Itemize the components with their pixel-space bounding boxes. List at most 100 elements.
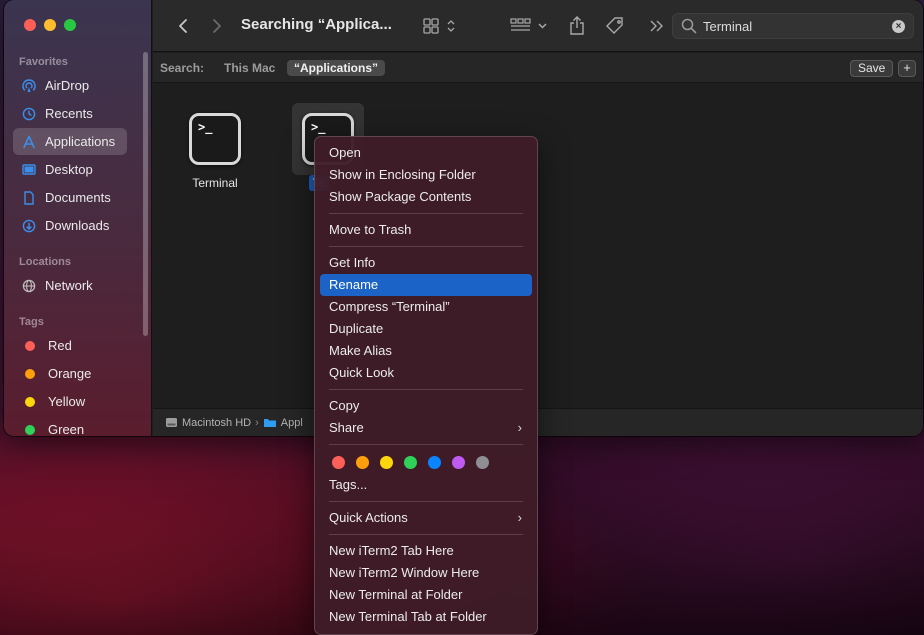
sidebar-item-desktop[interactable]: Desktop [13, 156, 127, 183]
submenu-chevron-icon: › [517, 420, 522, 435]
path-bar: Macintosh HD › Appl [153, 408, 923, 436]
close-window-button[interactable] [24, 19, 36, 31]
menu-separator [329, 501, 523, 502]
menu-separator [329, 534, 523, 535]
tag-color-option[interactable] [332, 455, 345, 469]
tag-color-option[interactable] [404, 455, 417, 469]
sidebar-item-label: Network [45, 278, 93, 293]
tag-color-dot [25, 340, 35, 351]
sidebar-scrollbar[interactable] [143, 52, 148, 336]
search-icon [681, 18, 697, 34]
sidebar-item-tag-green[interactable]: Green [13, 416, 127, 436]
path-separator: › [255, 416, 259, 429]
sidebar-item-label: Applications [45, 134, 116, 149]
search-input[interactable] [703, 18, 883, 34]
toolbar: Searching “Applica... × [153, 0, 923, 52]
sidebar-item-label: Recents [45, 106, 93, 121]
desktop-icon [22, 163, 36, 177]
tag-color-option[interactable] [428, 455, 441, 469]
sidebar-item-label: Green [48, 422, 85, 436]
menu-item-label: Get Info [329, 255, 376, 270]
share-button[interactable] [565, 14, 589, 38]
menu-item-quick-actions[interactable]: Quick Actions › [320, 507, 532, 529]
sidebar-item-label: Yellow [48, 394, 86, 409]
sidebar-item-downloads[interactable]: Downloads [13, 212, 127, 239]
minimize-window-button[interactable] [44, 19, 56, 31]
sidebar-item-documents[interactable]: Documents [13, 184, 127, 211]
grid-view-icon [423, 18, 455, 34]
menu-item-quick-look[interactable]: Quick Look [320, 362, 532, 384]
download-icon [22, 219, 36, 233]
document-icon [22, 190, 36, 205]
menu-item-show-in-enclosing-folder[interactable]: Show in Enclosing Folder [320, 164, 532, 186]
scope-this-mac[interactable]: This Mac [217, 60, 282, 76]
tag-color-option[interactable] [356, 455, 369, 469]
sidebar-section-tags: Tags [19, 316, 44, 328]
menu-item-compress-terminal[interactable]: Compress “Terminal” [320, 296, 532, 318]
back-button[interactable] [173, 14, 193, 38]
hard-drive-icon [166, 418, 177, 427]
sidebar-item-tag-orange[interactable]: Orange [13, 360, 127, 387]
menu-item-move-to-trash[interactable]: Move to Trash [320, 219, 532, 241]
sidebar-item-network[interactable]: Network [13, 272, 127, 299]
menu-item-share[interactable]: Share › [320, 417, 532, 439]
terminal-prompt-glyph: >_ [198, 120, 213, 134]
menu-item-copy[interactable]: Copy [320, 395, 532, 417]
file-name: Terminal [192, 176, 238, 190]
group-by-button[interactable] [509, 14, 551, 38]
tag-color-dot [25, 368, 35, 379]
clear-search-icon[interactable]: × [892, 20, 905, 33]
maximize-window-button[interactable] [64, 19, 76, 31]
sidebar-item-recents[interactable]: Recents [13, 100, 127, 127]
path-item-applications[interactable]: Appl [263, 417, 303, 429]
sidebar-item-airdrop[interactable]: AirDrop [13, 72, 127, 99]
tag-button[interactable] [603, 14, 627, 38]
folder-icon [263, 419, 276, 427]
context-menu: Open Show in Enclosing Folder Show Package… [314, 136, 538, 635]
menu-item-new-iterm2-tab-here[interactable]: New iTerm2 Tab Here [320, 540, 532, 562]
group-icon [510, 18, 547, 31]
menu-item-get-info[interactable]: Get Info [320, 252, 532, 274]
forward-button[interactable] [207, 14, 227, 38]
menu-separator [329, 246, 523, 247]
file-item-terminal[interactable]: >_ Terminal [175, 113, 255, 191]
terminal-prompt-glyph: >_ [311, 120, 326, 134]
menu-item-label: Move to Trash [329, 222, 412, 237]
menu-separator [329, 389, 523, 390]
double-chevron-icon [650, 20, 663, 32]
toolbar-overflow-button[interactable] [647, 14, 667, 38]
menu-item-duplicate[interactable]: Duplicate [320, 318, 532, 340]
chevron-right-icon [213, 19, 221, 33]
submenu-chevron-icon: › [517, 510, 522, 525]
scope-applications[interactable]: “Applications” [287, 60, 386, 76]
menu-item-label: New iTerm2 Window Here [329, 565, 480, 580]
search-field[interactable]: × [672, 13, 914, 39]
sidebar-item-applications[interactable]: Applications [13, 128, 127, 155]
applications-icon [22, 135, 36, 149]
menu-item-new-terminal-at-folder[interactable]: New Terminal at Folder [320, 584, 532, 606]
menu-item-label: New Terminal Tab at Folder [329, 609, 487, 624]
sidebar-item-tag-yellow[interactable]: Yellow [13, 388, 127, 415]
add-criteria-button[interactable]: + [898, 60, 916, 77]
sidebar-item-tag-red[interactable]: Red [13, 332, 127, 359]
menu-item-label: Open [329, 145, 361, 160]
menu-item-label: Show in Enclosing Folder [329, 167, 476, 182]
menu-item-rename[interactable]: Rename [320, 274, 532, 296]
menu-item-new-terminal-tab-at-folder[interactable]: New Terminal Tab at Folder [320, 606, 532, 628]
menu-item-open[interactable]: Open [320, 142, 532, 164]
menu-item-tags[interactable]: Tags... [320, 474, 532, 496]
path-item-macintosh-hd[interactable]: Macintosh HD [165, 417, 251, 429]
tag-color-option[interactable] [476, 455, 489, 469]
menu-item-new-iterm2-window-here[interactable]: New iTerm2 Window Here [320, 562, 532, 584]
save-search-button[interactable]: Save [850, 60, 894, 77]
sidebar-item-label: AirDrop [45, 78, 90, 93]
view-mode-button[interactable] [421, 14, 459, 38]
chevron-left-icon [179, 19, 187, 33]
sidebar-item-label: Documents [45, 190, 111, 205]
tag-color-option[interactable] [452, 455, 465, 469]
tag-color-dot [25, 396, 35, 407]
menu-item-make-alias[interactable]: Make Alias [320, 340, 532, 362]
terminal-app-icon: >_ [189, 113, 241, 165]
menu-item-show-package-contents[interactable]: Show Package Contents [320, 186, 532, 208]
tag-color-option[interactable] [380, 455, 393, 469]
